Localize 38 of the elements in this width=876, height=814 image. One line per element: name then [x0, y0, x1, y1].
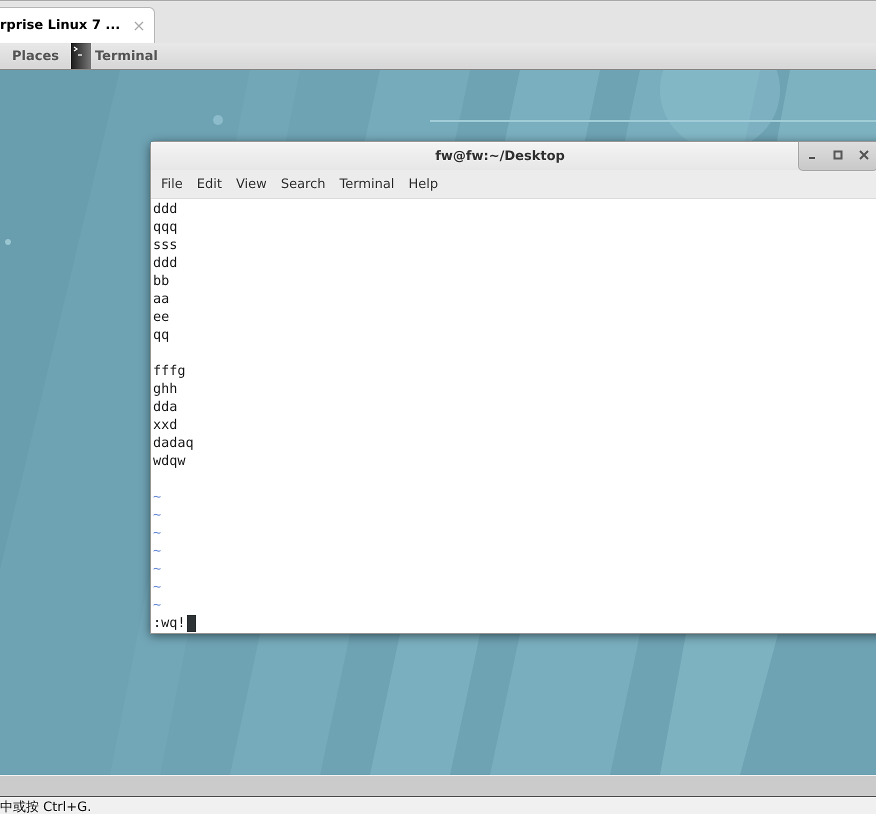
menu-item[interactable]: View [228, 176, 274, 192]
menu-item[interactable]: File [154, 176, 190, 192]
vm-tab[interactable]: rprise Linux 7 ... × [0, 7, 155, 43]
text-line: bb [153, 272, 170, 290]
menu-item[interactable]: Help [401, 176, 446, 192]
terminal-icon [71, 43, 92, 69]
empty-line-marker: ~ [153, 488, 162, 506]
command-line: :wq! [153, 614, 186, 632]
terminal-taskbar-button[interactable]: Terminal [71, 43, 168, 69]
text-line: wdqw [153, 452, 186, 470]
text-line: dadaq [153, 434, 194, 452]
terminal-screen[interactable]: ddd qqq sss ddd bb aa ee qq fffg ghh dda xxd dadaq wdqw ~ ~ ~ ~ ~ ~ ~ :wq! [151, 198, 876, 633]
empty-line-marker: ~ [153, 524, 162, 542]
window-title: fw@fw:~/Desktop [435, 148, 565, 164]
cursor [186, 614, 196, 632]
text-line: dda [153, 398, 178, 416]
places-menu[interactable]: Places [0, 43, 72, 69]
text-line: fffg [153, 362, 186, 380]
text-line: ddd [153, 200, 178, 218]
text-line: qq [153, 326, 170, 344]
empty-line-marker: ~ [153, 542, 162, 560]
text-line: qqq [153, 218, 178, 236]
menu-item[interactable]: Terminal [332, 176, 402, 192]
text-line: ee [153, 308, 170, 326]
close-icon[interactable] [858, 149, 870, 161]
text-line: ddd [153, 254, 178, 272]
menu-item[interactable]: Search [274, 176, 332, 192]
text-line: xxd [153, 416, 178, 434]
status-text: 中或按 Ctrl+G. [0, 799, 92, 814]
text-line: sss [153, 236, 178, 254]
empty-line-marker: ~ [153, 506, 162, 524]
empty-line-marker: ~ [153, 596, 162, 614]
empty-line-marker: ~ [153, 578, 162, 596]
maximize-icon[interactable] [832, 149, 844, 161]
text-line: ghh [153, 380, 178, 398]
menu-item[interactable]: Edit [190, 176, 229, 192]
text-line: aa [153, 290, 170, 308]
empty-line-marker: ~ [153, 560, 162, 578]
